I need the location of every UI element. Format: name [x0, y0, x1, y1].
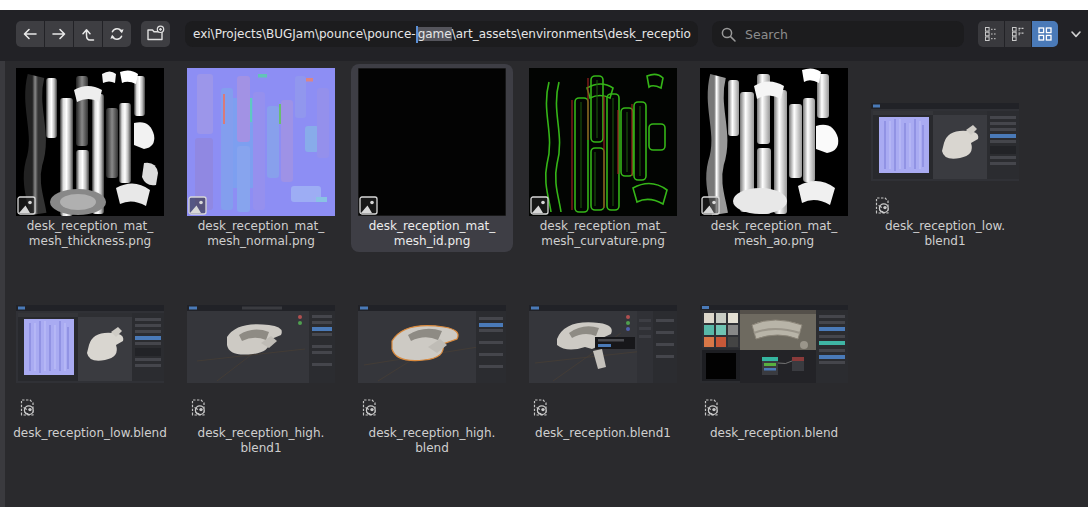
file-thumbnail[interactable] — [529, 270, 677, 418]
blend-file-badge — [17, 398, 36, 417]
file-thumbnail[interactable] — [187, 270, 335, 418]
display-mode-vertical-list-button[interactable] — [978, 21, 1004, 47]
file-name: desk_reception_low.blend1 — [855, 219, 1035, 248]
file-thumbnail[interactable] — [358, 270, 506, 418]
thumbnails-grid-icon — [1037, 26, 1053, 42]
file-item[interactable]: desk_reception.blend — [700, 270, 848, 441]
directory-path-input[interactable]: exi\Projects\BUGJam\pounce\pounce-game\a… — [185, 21, 698, 47]
image-file-icon — [17, 196, 36, 215]
thumbnail-preview — [16, 68, 164, 216]
file-thumbnail[interactable] — [700, 68, 848, 216]
file-item[interactable]: desk_reception_mat_mesh_normal.png — [187, 68, 335, 248]
file-item[interactable]: desk_reception_mat_mesh_id.png — [358, 68, 506, 248]
path-text-before: exi\Projects\BUGJam\pounce\pounce- — [193, 27, 416, 41]
file-browser-header: exi\Projects\BUGJam\pounce\pounce-game\a… — [0, 10, 1088, 61]
image-file-badge — [530, 196, 549, 215]
arrow-right-icon — [53, 30, 65, 39]
thumbnail-preview — [187, 68, 335, 216]
nav-buttons — [16, 21, 131, 47]
search-input[interactable]: Search — [712, 21, 964, 47]
blend-file-icon — [17, 398, 36, 417]
blend-file-icon — [701, 398, 720, 417]
forward-button[interactable] — [45, 21, 73, 47]
arrow-left-icon — [25, 30, 37, 39]
thumbnail-preview — [871, 103, 1019, 181]
file-item[interactable]: desk_reception_high.blend1 — [187, 270, 335, 455]
image-file-badge — [701, 196, 720, 215]
blend-file-icon — [188, 398, 207, 417]
file-name: desk_reception.blend — [684, 426, 864, 441]
back-button[interactable] — [16, 21, 44, 47]
refresh-icon — [108, 25, 126, 43]
blend-file-icon — [872, 196, 891, 215]
thumbnail-preview — [529, 68, 677, 216]
search-icon — [720, 26, 737, 43]
file-name: desk_reception_low.blend — [0, 426, 180, 441]
create-new-directory-button[interactable] — [141, 21, 170, 47]
thumbnail-preview — [16, 305, 164, 383]
search-placeholder: Search — [745, 27, 788, 42]
blend-file-badge — [701, 398, 720, 417]
image-file-icon — [188, 196, 207, 215]
file-item[interactable]: desk_reception_mat_mesh_thickness.png — [16, 68, 164, 248]
file-thumbnail[interactable] — [358, 68, 506, 216]
file-name: desk_reception_mat_mesh_id.png — [342, 219, 522, 248]
display-mode-horizontal-list-button[interactable] — [1005, 21, 1031, 47]
thumbnail-preview — [700, 305, 848, 383]
file-thumbnail[interactable] — [187, 68, 335, 216]
blend-file-icon — [530, 398, 549, 417]
file-thumbnail[interactable] — [16, 68, 164, 216]
refresh-button[interactable] — [103, 21, 131, 47]
blend-file-badge — [359, 398, 378, 417]
thumbnail-preview — [358, 305, 506, 383]
file-name: desk_reception_mat_mesh_normal.png — [171, 219, 351, 248]
file-thumbnail[interactable] — [871, 68, 1019, 216]
thumbnail-preview — [187, 305, 335, 383]
chevron-down-icon — [1069, 27, 1083, 41]
file-item[interactable]: desk_reception_high.blend — [358, 270, 506, 455]
thumbnail-preview — [358, 68, 506, 216]
up-button[interactable] — [74, 21, 102, 47]
blend-file-badge — [530, 398, 549, 417]
display-settings-dropdown[interactable] — [1064, 21, 1088, 47]
blend-file-badge — [872, 196, 891, 215]
file-item[interactable]: desk_reception_mat_mesh_curvature.png — [529, 68, 677, 248]
display-mode-buttons — [978, 21, 1058, 47]
path-text-after: \art_assets\environments\desk_receptio — [452, 27, 691, 41]
thumbnail-preview — [529, 305, 677, 383]
vertical-list-icon — [983, 26, 999, 42]
image-file-badge — [17, 196, 36, 215]
thumbnail-preview — [700, 68, 848, 216]
file-name: desk_reception_mat_mesh_ao.png — [684, 219, 864, 248]
file-thumbnail[interactable] — [700, 270, 848, 418]
file-thumbnail[interactable] — [16, 270, 164, 418]
path-text-selected: game — [418, 27, 452, 41]
file-name: desk_reception_mat_mesh_curvature.png — [513, 219, 693, 248]
file-item[interactable]: desk_reception_mat_mesh_ao.png — [700, 68, 848, 248]
file-item[interactable]: desk_reception_low.blend1 — [871, 68, 1019, 248]
image-file-badge — [359, 196, 378, 215]
file-grid: desk_reception_mat_mesh_thickness.png de… — [0, 61, 1088, 507]
file-name: desk_reception.blend1 — [513, 426, 693, 441]
blend-file-icon — [359, 398, 378, 417]
image-file-icon — [530, 196, 549, 215]
image-file-badge — [188, 196, 207, 215]
blend-file-badge — [188, 398, 207, 417]
image-file-icon — [359, 196, 378, 215]
file-name: desk_reception_high.blend — [342, 426, 522, 455]
horizontal-list-icon — [1010, 26, 1026, 42]
file-item[interactable]: desk_reception.blend1 — [529, 270, 677, 441]
file-name: desk_reception_mat_mesh_thickness.png — [0, 219, 180, 248]
file-thumbnail[interactable] — [529, 68, 677, 216]
image-file-icon — [701, 196, 720, 215]
file-item[interactable]: desk_reception_low.blend — [16, 270, 164, 441]
file-name: desk_reception_high.blend1 — [171, 426, 351, 455]
display-mode-thumbnails-button[interactable] — [1032, 21, 1058, 47]
blender-file-browser: exi\Projects\BUGJam\pounce\pounce-game\a… — [0, 10, 1088, 507]
arrow-up-icon — [83, 30, 94, 40]
